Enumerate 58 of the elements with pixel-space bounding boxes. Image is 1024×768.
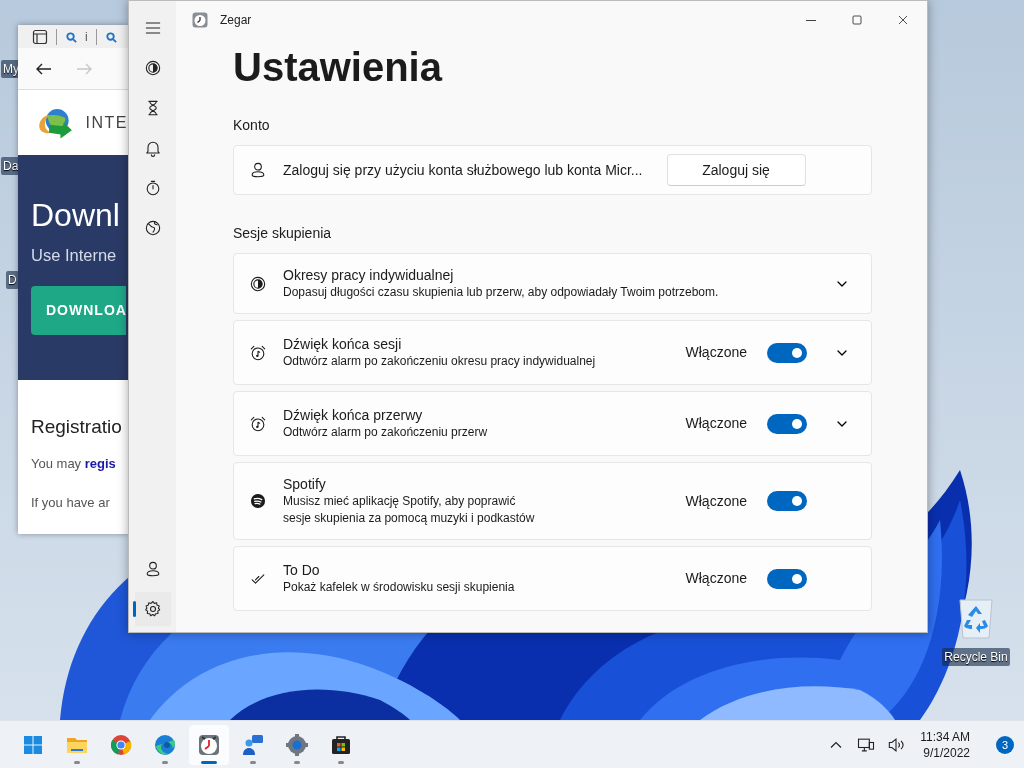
spotify-icon [248, 491, 268, 511]
toggle-state-label: Włączone [685, 491, 747, 511]
chat-icon [241, 732, 265, 757]
setting-description: Pokaż kafelek w środowisku sesji skupienia [283, 579, 516, 596]
page-heading: Ustawienia [233, 47, 444, 87]
setting-description: Musisz mieć aplikację Spotify, aby poprawić sesje skupienia za pomocą muzyki i podkastów [283, 493, 536, 527]
hero-subtitle: Use Interne [31, 247, 118, 264]
brand-name: INTE [85, 112, 128, 133]
toggle-state-label: Włączone [685, 414, 747, 433]
hero-title: Downl [31, 199, 121, 231]
setting-title: Okresy pracy indywidualnej [283, 266, 455, 285]
chrome-icon [109, 732, 133, 757]
section-title: Registratio [31, 415, 123, 439]
section-title: Sesje skupienia [233, 224, 333, 243]
clock-app-icon [192, 12, 208, 28]
maximize-icon [849, 12, 865, 28]
setting-description: Dopasuj długości czasu skupienia lub przerw, aby odpowiadały Twoim potrzebom. [283, 284, 720, 301]
toggle-state-label: Włączone [685, 343, 747, 362]
window-title: Zegar [220, 12, 252, 29]
globe-icon [143, 218, 163, 238]
setting-title: Dźwięk końca przerwy [283, 406, 424, 425]
settings-icon [143, 599, 163, 619]
paragraph: You may regis [31, 454, 117, 473]
section-title: Konto [233, 116, 271, 135]
notification-badge[interactable]: 3 [996, 735, 1014, 754]
toggle-switch[interactable] [767, 342, 807, 363]
settings-icon [285, 732, 309, 757]
clock-time[interactable]: 11:34 AM [920, 728, 970, 745]
focus-icon [143, 58, 163, 78]
download-button[interactable]: DOWNLOA [31, 285, 126, 335]
chevron-down-icon [837, 280, 847, 287]
toggle-switch[interactable] [767, 413, 807, 434]
chevron-down-icon [837, 349, 847, 356]
setting-title: Spotify [283, 475, 327, 494]
edge-icon [153, 732, 177, 757]
clock-icon [197, 732, 221, 757]
setting-title: To Do [283, 561, 321, 580]
desktop-icon-label[interactable]: D [6, 271, 19, 289]
toggle-switch[interactable] [767, 568, 807, 589]
search-icon[interactable] [65, 30, 77, 43]
paragraph: If you have ar [31, 494, 111, 512]
account-text: Zaloguj się przy użyciu konta służbowego lub konta Micr... [283, 160, 643, 180]
clock-date[interactable]: 9/1/2022 [920, 744, 970, 761]
search-icon[interactable] [104, 30, 117, 43]
link[interactable]: regis [84, 455, 116, 471]
setting-title: Dźwięk końca sesji [283, 335, 403, 354]
recycle-bin-icon[interactable] [956, 596, 996, 640]
sign-in-button[interactable]: Zaloguj się [666, 154, 806, 186]
desktop-icon-label[interactable]: Recycle Bin [942, 648, 1010, 666]
toggle-state-label: Włączone [685, 569, 747, 588]
minimize-icon [806, 19, 816, 21]
setting-description: Odtwórz alarm po zakończeniu okresu pracy indywidualnej [283, 353, 597, 370]
chevron-down-icon [837, 420, 847, 427]
setting-description: Odtwórz alarm po zakończeniu przerw [283, 424, 489, 441]
sidebar-item[interactable] [135, 592, 171, 626]
toolbar-text: i [85, 28, 88, 46]
toggle-switch[interactable] [767, 491, 807, 511]
tab-icon[interactable] [32, 28, 48, 45]
